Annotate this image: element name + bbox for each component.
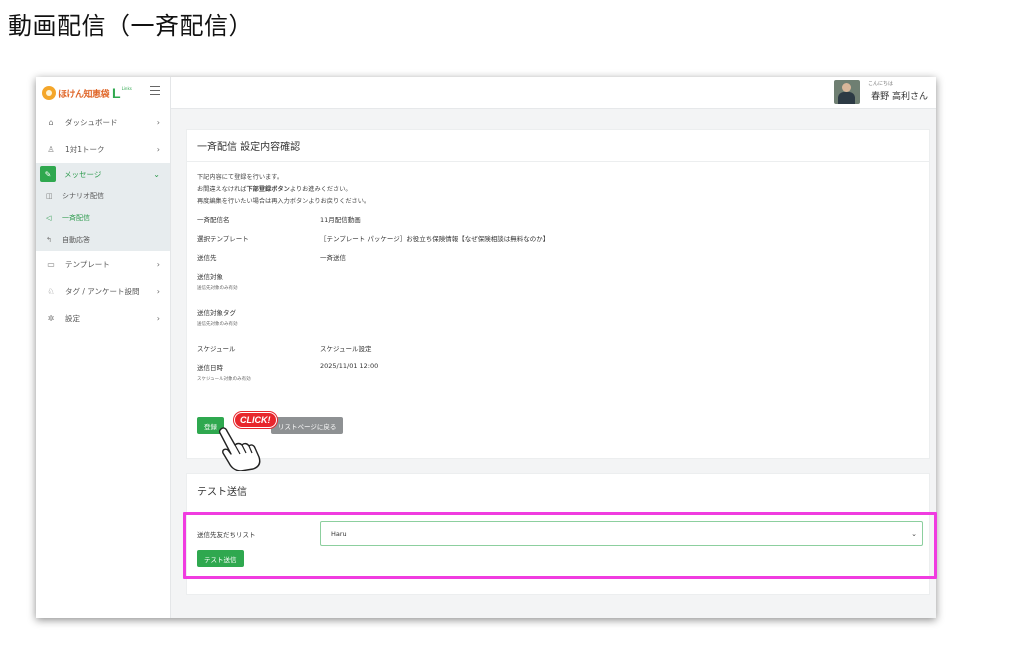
confirm-row: 送信対象送信先対象のみ有効 xyxy=(197,271,919,307)
pointing-hand-icon xyxy=(218,427,261,471)
avatar[interactable] xyxy=(834,80,860,104)
sidebar-item-message[interactable]: ✎ メッセージ ⌄ xyxy=(36,163,170,185)
row-value: スケジュール設定 xyxy=(320,345,372,353)
chevron-right-icon: › xyxy=(156,287,160,296)
confirm-rows: 一斉配信名 11月配信動画 選択テンプレート ［テンプレート パッケージ］お役立… xyxy=(187,208,929,398)
test-send-title: テスト送信 xyxy=(197,486,247,498)
book-icon: ◫ xyxy=(46,192,53,200)
intro-line: 再度編集を行いたい場合は再入力ボタンよりお戻りください。 xyxy=(197,198,371,205)
row-value: 11月配信動画 xyxy=(320,216,361,224)
sidebar-nav: ⌂ ダッシュボード › ♙ 1対1トーク › ✎ メッセージ ⌄ ◫ シナリオ配… xyxy=(36,109,170,332)
row-key: スケジュール xyxy=(197,343,320,353)
confirm-intro: 下記内容にて登録を行います。 お間違えなければ下部登録ボタンよりお進みください。… xyxy=(187,162,929,208)
intro-line: お間違えなければ下部登録ボタンよりお進みください。 xyxy=(197,184,919,196)
sidebar-item-label: タグ / アンケート設問 xyxy=(65,287,140,296)
sidebar-item-label: 1対1トーク xyxy=(65,145,105,154)
brand[interactable]: ほけん知恵袋 L Links xyxy=(36,77,170,109)
user-icon: ♙ xyxy=(47,145,55,154)
reply-icon: ↰ xyxy=(46,236,52,244)
sidebar: ほけん知恵袋 L Links ⌂ ダッシュボード › ♙ 1対1トーク › ✎ … xyxy=(36,77,171,618)
row-key-label: 送信対象 xyxy=(197,273,223,281)
sidebar-subitem-scenario[interactable]: ◫ シナリオ配信 xyxy=(36,185,170,207)
intro-line: 下記内容にて登録を行います。 xyxy=(197,174,284,181)
row-key-label: 送信先 xyxy=(197,254,217,262)
chevron-right-icon: › xyxy=(156,314,160,323)
home-icon: ⌂ xyxy=(48,118,54,127)
row-key-label: 選択テンプレート xyxy=(197,235,249,243)
sidebar-subitem-label: シナリオ配信 xyxy=(62,192,104,200)
sidebar-subitem-auto-reply[interactable]: ↰ 自動応答 xyxy=(36,229,170,251)
sidebar-subitem-label: 一斉配信 xyxy=(62,214,90,222)
row-key-label: スケジュール xyxy=(197,345,236,353)
confirm-row: 送信日時スケジュール対象のみ有効 2025/11/01 12:00 xyxy=(197,362,919,398)
sidebar-item-dashboard[interactable]: ⌂ ダッシュボード › xyxy=(36,109,170,136)
sidebar-item-one-to-one-talk[interactable]: ♙ 1対1トーク › xyxy=(36,136,170,163)
greeting-text: こんにちは xyxy=(867,81,893,87)
sidebar-subitem-label: 自動応答 xyxy=(62,236,90,244)
click-callout-badge: CLICK! xyxy=(234,412,277,428)
gear-icon: ✲ xyxy=(47,314,55,323)
confirm-row: 送信先 一斉送信 xyxy=(197,252,919,271)
confirm-row: スケジュール スケジュール設定 xyxy=(197,343,919,362)
sidebar-group-message: ✎ メッセージ ⌄ ◫ シナリオ配信 ◁ 一斉配信 ↰ 自動応答 xyxy=(36,163,170,251)
sidebar-item-label: ダッシュボード xyxy=(65,118,118,127)
back-to-list-button[interactable]: リストページに戻る xyxy=(271,417,344,434)
row-note: スケジュール対象のみ有効 xyxy=(197,377,251,382)
row-key: 送信対象タグ 送信先対象のみ有効 xyxy=(197,307,320,327)
row-note: 送信先対象のみ有効 xyxy=(197,322,238,327)
chevron-right-icon: › xyxy=(156,260,160,269)
sidebar-item-label: 設定 xyxy=(65,314,80,323)
logo-icon xyxy=(42,86,56,100)
row-key-label: 一斉配信名 xyxy=(197,216,230,224)
sidebar-item-settings[interactable]: ✲ 設定 › xyxy=(36,305,170,332)
row-key: 送信対象送信先対象のみ有効 xyxy=(197,271,320,291)
sidebar-item-label: テンプレート xyxy=(65,260,110,269)
row-key: 送信日時スケジュール対象のみ有効 xyxy=(197,362,320,382)
row-value: 2025/11/01 12:00 xyxy=(320,362,379,370)
sidebar-item-tag-survey[interactable]: ♘ タグ / アンケート設問 › xyxy=(36,278,170,305)
intro-text: よりお進みください。 xyxy=(289,186,352,193)
page-title: 動画配信（一斉配信） xyxy=(8,12,253,40)
confirm-row: 送信対象タグ 送信先対象のみ有効 xyxy=(197,307,919,343)
topbar: こんにちは 春野 高利さん xyxy=(171,77,936,109)
row-key: 送信先 xyxy=(197,252,320,262)
template-icon: ▭ xyxy=(47,260,55,269)
brand-name: ほけん知恵袋 xyxy=(58,89,110,100)
edit-icon: ✎ xyxy=(40,166,56,182)
row-key-label: 送信対象タグ xyxy=(197,309,236,317)
row-value: ［テンプレート パッケージ］お役立ち保険情報【なぜ保険相談は無料なのか】 xyxy=(320,235,550,243)
row-key: 一斉配信名 xyxy=(197,214,320,224)
sidebar-item-template[interactable]: ▭ テンプレート › xyxy=(36,251,170,278)
hamburger-menu-icon[interactable] xyxy=(150,86,160,95)
intro-text: お間違えなければ xyxy=(197,186,247,193)
highlight-frame xyxy=(183,512,937,579)
confirm-row: 選択テンプレート ［テンプレート パッケージ］お役立ち保険情報【なぜ保険相談は無… xyxy=(197,233,919,252)
confirm-card: 一斉配信 設定内容確認 下記内容にて登録を行います。 お間違えなければ下部登録ボ… xyxy=(186,129,930,471)
intro-bold-text: 下部登録ボタン xyxy=(246,186,290,193)
sidebar-item-label: メッセージ xyxy=(64,169,102,179)
chevron-right-icon: › xyxy=(156,118,160,127)
tag-icon: ♘ xyxy=(47,287,55,296)
row-note: 送信先対象のみ有効 xyxy=(197,286,238,291)
confirm-card-title: 一斉配信 設定内容確認 xyxy=(187,130,929,162)
sidebar-subitem-broadcast[interactable]: ◁ 一斉配信 xyxy=(36,207,170,229)
row-key: 選択テンプレート xyxy=(197,233,320,243)
confirm-row: 一斉配信名 11月配信動画 xyxy=(197,214,919,233)
brand-mark: L xyxy=(112,85,121,101)
user-name[interactable]: 春野 高利さん xyxy=(871,89,928,102)
brand-mark-sub: Links xyxy=(121,86,132,91)
chevron-down-icon: ⌄ xyxy=(153,169,160,179)
row-key-label: 送信日時 xyxy=(197,364,223,372)
confirm-buttons: 登録 CLICK! リストページに戻る xyxy=(197,412,344,471)
chevron-right-icon: › xyxy=(156,145,160,154)
megaphone-icon: ◁ xyxy=(46,214,52,222)
row-value: 一斉送信 xyxy=(320,254,346,262)
